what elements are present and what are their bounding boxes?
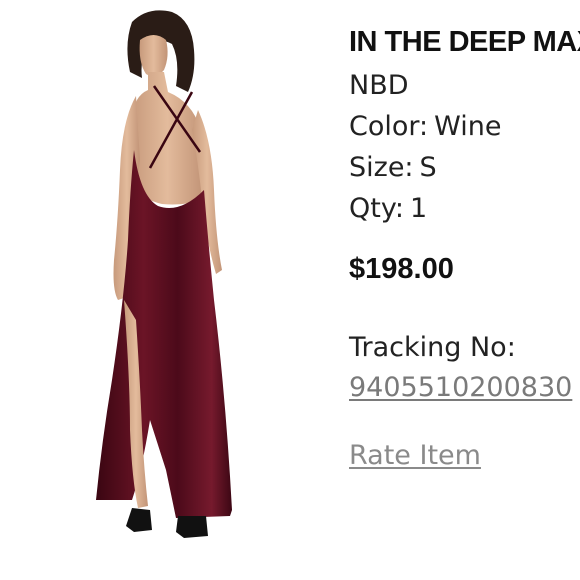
color-value: Wine bbox=[434, 111, 502, 142]
right-shoe bbox=[176, 516, 208, 538]
color-row: Color: Wine bbox=[349, 111, 501, 142]
rate-item-link[interactable]: Rate Item bbox=[349, 440, 481, 471]
tracking-number-link[interactable]: 9405510200830 bbox=[349, 372, 572, 403]
size-value: S bbox=[419, 152, 437, 183]
size-row: Size: S bbox=[349, 152, 437, 183]
product-name[interactable]: IN THE DEEP MAXI DRESS bbox=[349, 26, 580, 59]
qty-row: Qty: 1 bbox=[349, 193, 427, 224]
item-price: $198.00 bbox=[349, 253, 454, 285]
qty-value: 1 bbox=[409, 193, 428, 224]
left-shoe bbox=[126, 508, 152, 532]
color-label: Color: bbox=[349, 111, 429, 142]
product-image[interactable] bbox=[80, 0, 270, 560]
size-label: Size: bbox=[349, 152, 414, 183]
face-shape bbox=[139, 35, 168, 77]
order-item-card: IN THE DEEP MAXI DRESS NBD Color:Wine Si… bbox=[0, 0, 580, 580]
brand-name: NBD bbox=[349, 70, 409, 101]
qty-label: Qty: bbox=[349, 193, 404, 224]
tracking-label: Tracking No: bbox=[349, 332, 516, 363]
